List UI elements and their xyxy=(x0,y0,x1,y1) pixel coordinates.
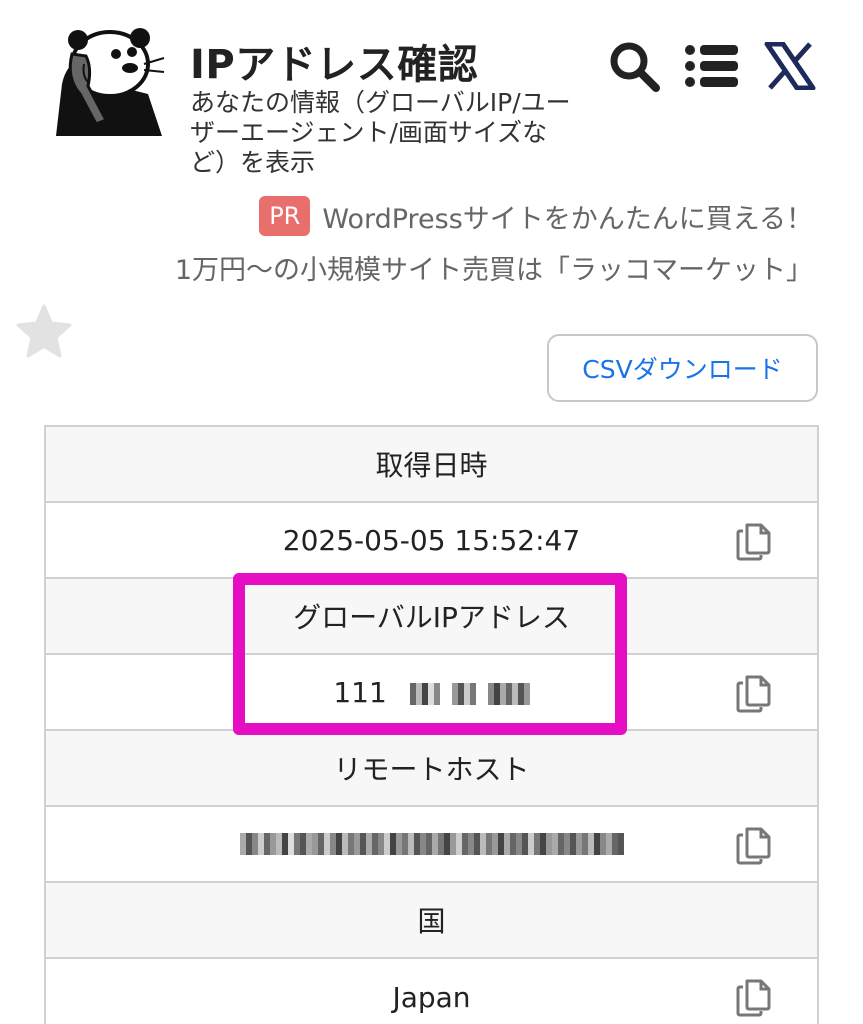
pr-badge: PR xyxy=(259,196,311,236)
table-row-value xyxy=(46,807,817,883)
global-ip-value: 111 xyxy=(333,675,530,709)
masked-value xyxy=(409,682,530,705)
copy-icon[interactable] xyxy=(733,977,773,1017)
masked-value xyxy=(239,833,624,855)
copy-icon[interactable] xyxy=(733,521,773,561)
country-label: 国 xyxy=(417,905,446,938)
table-row-label: 国 xyxy=(46,883,817,959)
table-row-value: 2025-05-05 15:52:47 xyxy=(46,503,817,579)
table-row-value: Japan xyxy=(46,959,817,1024)
table-row-label: グローバルIPアドレス xyxy=(46,579,817,655)
copy-icon[interactable] xyxy=(733,825,773,865)
x-logo-icon[interactable] xyxy=(760,38,820,94)
pr-text-line2[interactable]: 1万円〜の小規模サイト売買は「ラッコマーケット」 xyxy=(175,248,813,287)
remote-host-label: リモートホスト xyxy=(333,753,530,786)
country-value: Japan xyxy=(392,980,471,1014)
table-row-label: リモートホスト xyxy=(46,731,817,807)
search-icon[interactable] xyxy=(604,38,664,94)
info-table: 取得日時 2025-05-05 15:52:47 グローバルIPアドレス 111 xyxy=(44,425,819,1024)
acquired-time-label: 取得日時 xyxy=(375,449,488,482)
global-ip-label: グローバルIPアドレス xyxy=(293,601,570,634)
site-logo[interactable] xyxy=(52,24,168,140)
global-ip-prefix: 111 xyxy=(333,675,387,709)
menu-icon[interactable] xyxy=(682,38,742,94)
pr-promo-line[interactable]: PR WordPressサイトをかんたんに買える！ xyxy=(259,196,813,236)
site-description: あなたの情報（グローバルIP/ユーザーエージェント/画面サイズなど）を表示 xyxy=(190,88,571,177)
table-row-label: 取得日時 xyxy=(46,427,817,503)
site-title[interactable]: IPアドレス確認 xyxy=(190,32,478,90)
pr-text-line1[interactable]: WordPressサイトをかんたんに買える！ xyxy=(322,197,813,236)
star-icon[interactable] xyxy=(14,302,74,362)
acquired-time-value: 2025-05-05 15:52:47 xyxy=(282,523,581,557)
csv-download-button[interactable]: CSVダウンロード xyxy=(547,334,818,402)
table-row-value: 111 xyxy=(46,655,817,731)
copy-icon[interactable] xyxy=(733,673,773,713)
